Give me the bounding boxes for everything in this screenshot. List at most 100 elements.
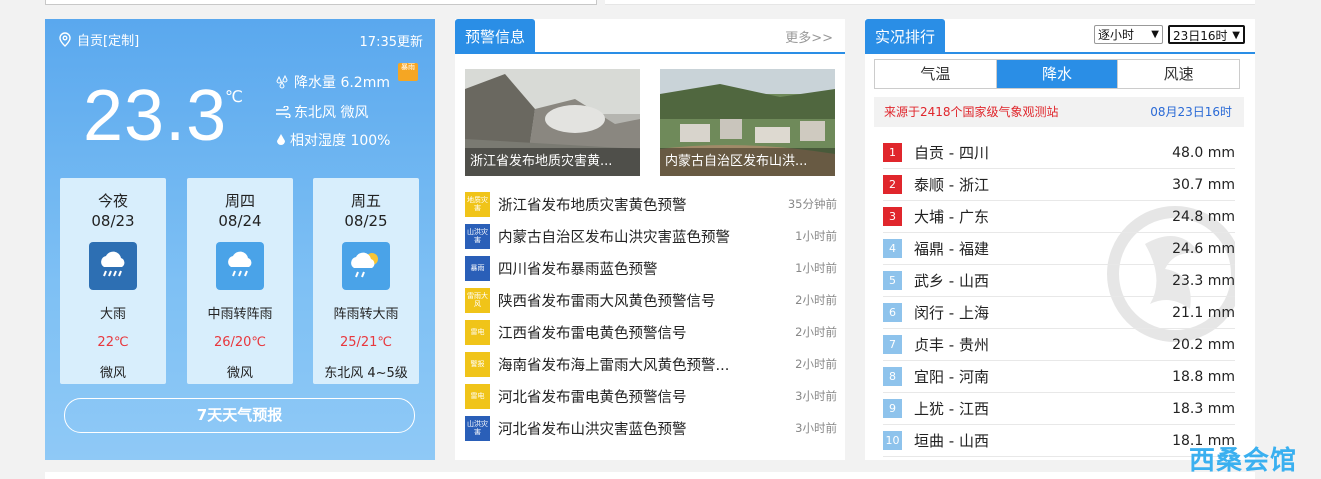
ranking-row[interactable]: 2 泰顺 - 浙江 30.7 mm — [883, 169, 1235, 201]
ranking-title[interactable]: 实况排行 — [865, 19, 946, 52]
ranking-panel: 实况排行 逐小时 ▼ 23日16时 ▼ 气温 降水 风速 来源于2418个国家级… — [865, 19, 1255, 460]
source-note: 来源于2418个国家级气象观测站 08月23日16时 — [874, 97, 1244, 127]
warning-item[interactable]: 雷雨大风 陕西省发布雷雨大风黄色预警信号 2小时前 — [465, 287, 837, 313]
photo-caption: 浙江省发布地质灾害黄... — [465, 148, 640, 176]
warning-text: 河北省发布山洪灾害蓝色预警 — [498, 421, 687, 438]
ranking-row[interactable]: 8 宜阳 - 河南 18.8 mm — [883, 361, 1235, 393]
bottom-panel-edge — [45, 472, 1255, 479]
warning-text: 四川省发布暴雨蓝色预警 — [498, 261, 658, 278]
precip-value: 21.1 mm — [1172, 304, 1235, 321]
warning-item[interactable]: 雷电 河北省发布雷电黄色预警信号 3小时前 — [465, 383, 837, 409]
station-name: 垣曲 - 山西 — [914, 432, 989, 450]
ranking-row[interactable]: 6 闵行 - 上海 21.1 mm — [883, 297, 1235, 329]
ranking-row[interactable]: 1 自贡 - 四川 48.0 mm — [883, 137, 1235, 169]
station-name: 福鼎 - 福建 — [914, 240, 989, 258]
warning-item[interactable]: 警报 海南省发布海上雷雨大风黄色预警... 2小时前 — [465, 351, 837, 377]
forecast-card-tonight[interactable]: 今夜 08/23 大雨 22℃ 微风 — [60, 178, 166, 384]
ranking-tabs: 气温 降水 风速 — [874, 59, 1240, 89]
forecast-temp: 26/20℃ — [213, 335, 267, 350]
interval-select[interactable]: 逐小时 ▼ — [1094, 25, 1163, 44]
precip-value: 18.3 mm — [1172, 400, 1235, 417]
forecast-card-friday[interactable]: 周五 08/25 阵雨转大雨 25/21℃ 东北风 4~5级 — [313, 178, 419, 384]
precip-value: 18.8 mm — [1172, 368, 1235, 385]
chevron-down-icon: ▼ — [1151, 29, 1159, 40]
warning-text: 河北省发布雷电黄色预警信号 — [498, 389, 687, 406]
humidity-text: 相对湿度 100% — [290, 133, 391, 149]
rank-number: 7 — [883, 335, 902, 354]
wind-info: 东北风 微风 — [275, 102, 368, 122]
source-text: 来源于2418个国家级气象观测站 — [884, 105, 1059, 119]
warning-text: 内蒙古自治区发布山洪灾害蓝色预警 — [498, 229, 730, 246]
ranking-row[interactable]: 5 武乡 - 山西 23.3 mm — [883, 265, 1235, 297]
precip-info: 降水量 6.2mm — [275, 72, 390, 92]
ranking-row[interactable]: 3 大埔 - 广东 24.8 mm — [883, 201, 1235, 233]
ranking-row[interactable]: 7 贞丰 - 贵州 20.2 mm — [883, 329, 1235, 361]
watermark-logo: 西桑会馆 — [1189, 446, 1298, 476]
rain-icon — [216, 242, 264, 290]
station-name: 大埔 - 广东 — [914, 208, 989, 226]
precip-value: 23.3 mm — [1172, 272, 1235, 289]
station-name: 宜阳 - 河南 — [914, 368, 989, 386]
precip-value: 30.7 mm — [1172, 176, 1235, 193]
wind-text: 东北风 微风 — [294, 105, 369, 121]
ranking-row[interactable]: 4 福鼎 - 福建 24.6 mm — [883, 233, 1235, 265]
warning-item[interactable]: 山洪灾害 河北省发布山洪灾害蓝色预警 3小时前 — [465, 415, 837, 441]
location[interactable]: 自贡[定制] — [59, 30, 139, 49]
warning-photo-2[interactable]: 内蒙古自治区发布山洪... — [660, 69, 835, 176]
station-name: 泰顺 - 浙江 — [914, 176, 989, 194]
warning-time: 2小时前 — [795, 325, 837, 339]
warning-item[interactable]: 雷电 江西省发布雷电黄色预警信号 2小时前 — [465, 319, 837, 345]
warning-item[interactable]: 地质灾害 浙江省发布地质灾害黄色预警 35分钟前 — [465, 191, 837, 217]
forecast-desc: 大雨 — [99, 307, 126, 322]
source-time: 08月23日16时 — [1150, 105, 1232, 119]
water-drop-icon — [277, 133, 285, 145]
rainstorm-warning-badge[interactable]: 暴雨 — [398, 63, 418, 81]
time-select[interactable]: 23日16时 ▼ — [1168, 25, 1245, 44]
interval-select-value: 逐小时 — [1098, 28, 1135, 42]
warning-signal-icon: 暴雨 — [465, 255, 490, 281]
rank-number: 1 — [883, 143, 902, 162]
forecast-day: 今夜 — [97, 192, 128, 210]
warning-time: 1小时前 — [795, 229, 837, 243]
warning-text: 浙江省发布地质灾害黄色预警 — [498, 197, 687, 214]
forecast-card-thursday[interactable]: 周四 08/24 中雨转阵雨 26/20℃ 微风 — [187, 178, 293, 384]
station-name: 武乡 - 山西 — [914, 272, 989, 290]
tab-temperature[interactable]: 气温 — [875, 60, 997, 88]
station-name: 上犹 - 江西 — [914, 400, 989, 418]
rank-number: 4 — [883, 239, 902, 258]
ranking-row[interactable]: 9 上犹 - 江西 18.3 mm — [883, 393, 1235, 425]
warning-text: 陕西省发布雷雨大风黄色预警信号 — [498, 293, 716, 310]
badge-label: 暴雨 — [401, 63, 415, 71]
warning-time: 1小时前 — [795, 261, 837, 275]
precip-value: 24.6 mm — [1172, 240, 1235, 257]
warning-item[interactable]: 暴雨 四川省发布暴雨蓝色预警 1小时前 — [465, 255, 837, 281]
station-name: 贞丰 - 贵州 — [914, 336, 989, 354]
warning-signal-icon: 警报 — [465, 351, 490, 377]
ranking-row[interactable]: 10 垣曲 - 山西 18.1 mm — [883, 425, 1235, 457]
current-temperature: 23.3 — [83, 76, 228, 156]
warning-title[interactable]: 预警信息 — [455, 19, 536, 52]
precip-value: 24.8 mm — [1172, 208, 1235, 225]
forecast-temp: 22℃ — [97, 335, 129, 350]
warning-item[interactable]: 山洪灾害 内蒙古自治区发布山洪灾害蓝色预警 1小时前 — [465, 223, 837, 249]
warning-time: 2小时前 — [795, 293, 837, 307]
wind-icon — [276, 106, 291, 118]
rank-number: 5 — [883, 271, 902, 290]
seven-day-forecast-button[interactable]: 7天天气预报 — [64, 398, 415, 433]
photo-caption: 内蒙古自治区发布山洪... — [660, 148, 835, 176]
warning-photo-1[interactable]: 浙江省发布地质灾害黄... — [465, 69, 640, 176]
tab-precipitation[interactable]: 降水 — [996, 60, 1119, 88]
forecast-temp: 25/21℃ — [339, 335, 393, 350]
tab-wind-speed[interactable]: 风速 — [1118, 60, 1239, 88]
station-name: 自贡 - 四川 — [914, 144, 989, 162]
more-link[interactable]: 更多>> — [785, 27, 833, 46]
forecast-date: 08/23 — [91, 212, 135, 230]
forecast-wind: 东北风 4~5级 — [324, 366, 408, 381]
forecast-day: 周五 — [350, 192, 381, 210]
shower-sun-icon — [342, 242, 390, 290]
humidity-info: 相对湿度 100% — [275, 130, 390, 150]
warning-signal-icon: 山洪灾害 — [465, 415, 490, 441]
forecast-desc: 阵雨转大雨 — [333, 307, 399, 322]
rank-number: 2 — [883, 175, 902, 194]
warning-time: 3小时前 — [795, 421, 837, 435]
